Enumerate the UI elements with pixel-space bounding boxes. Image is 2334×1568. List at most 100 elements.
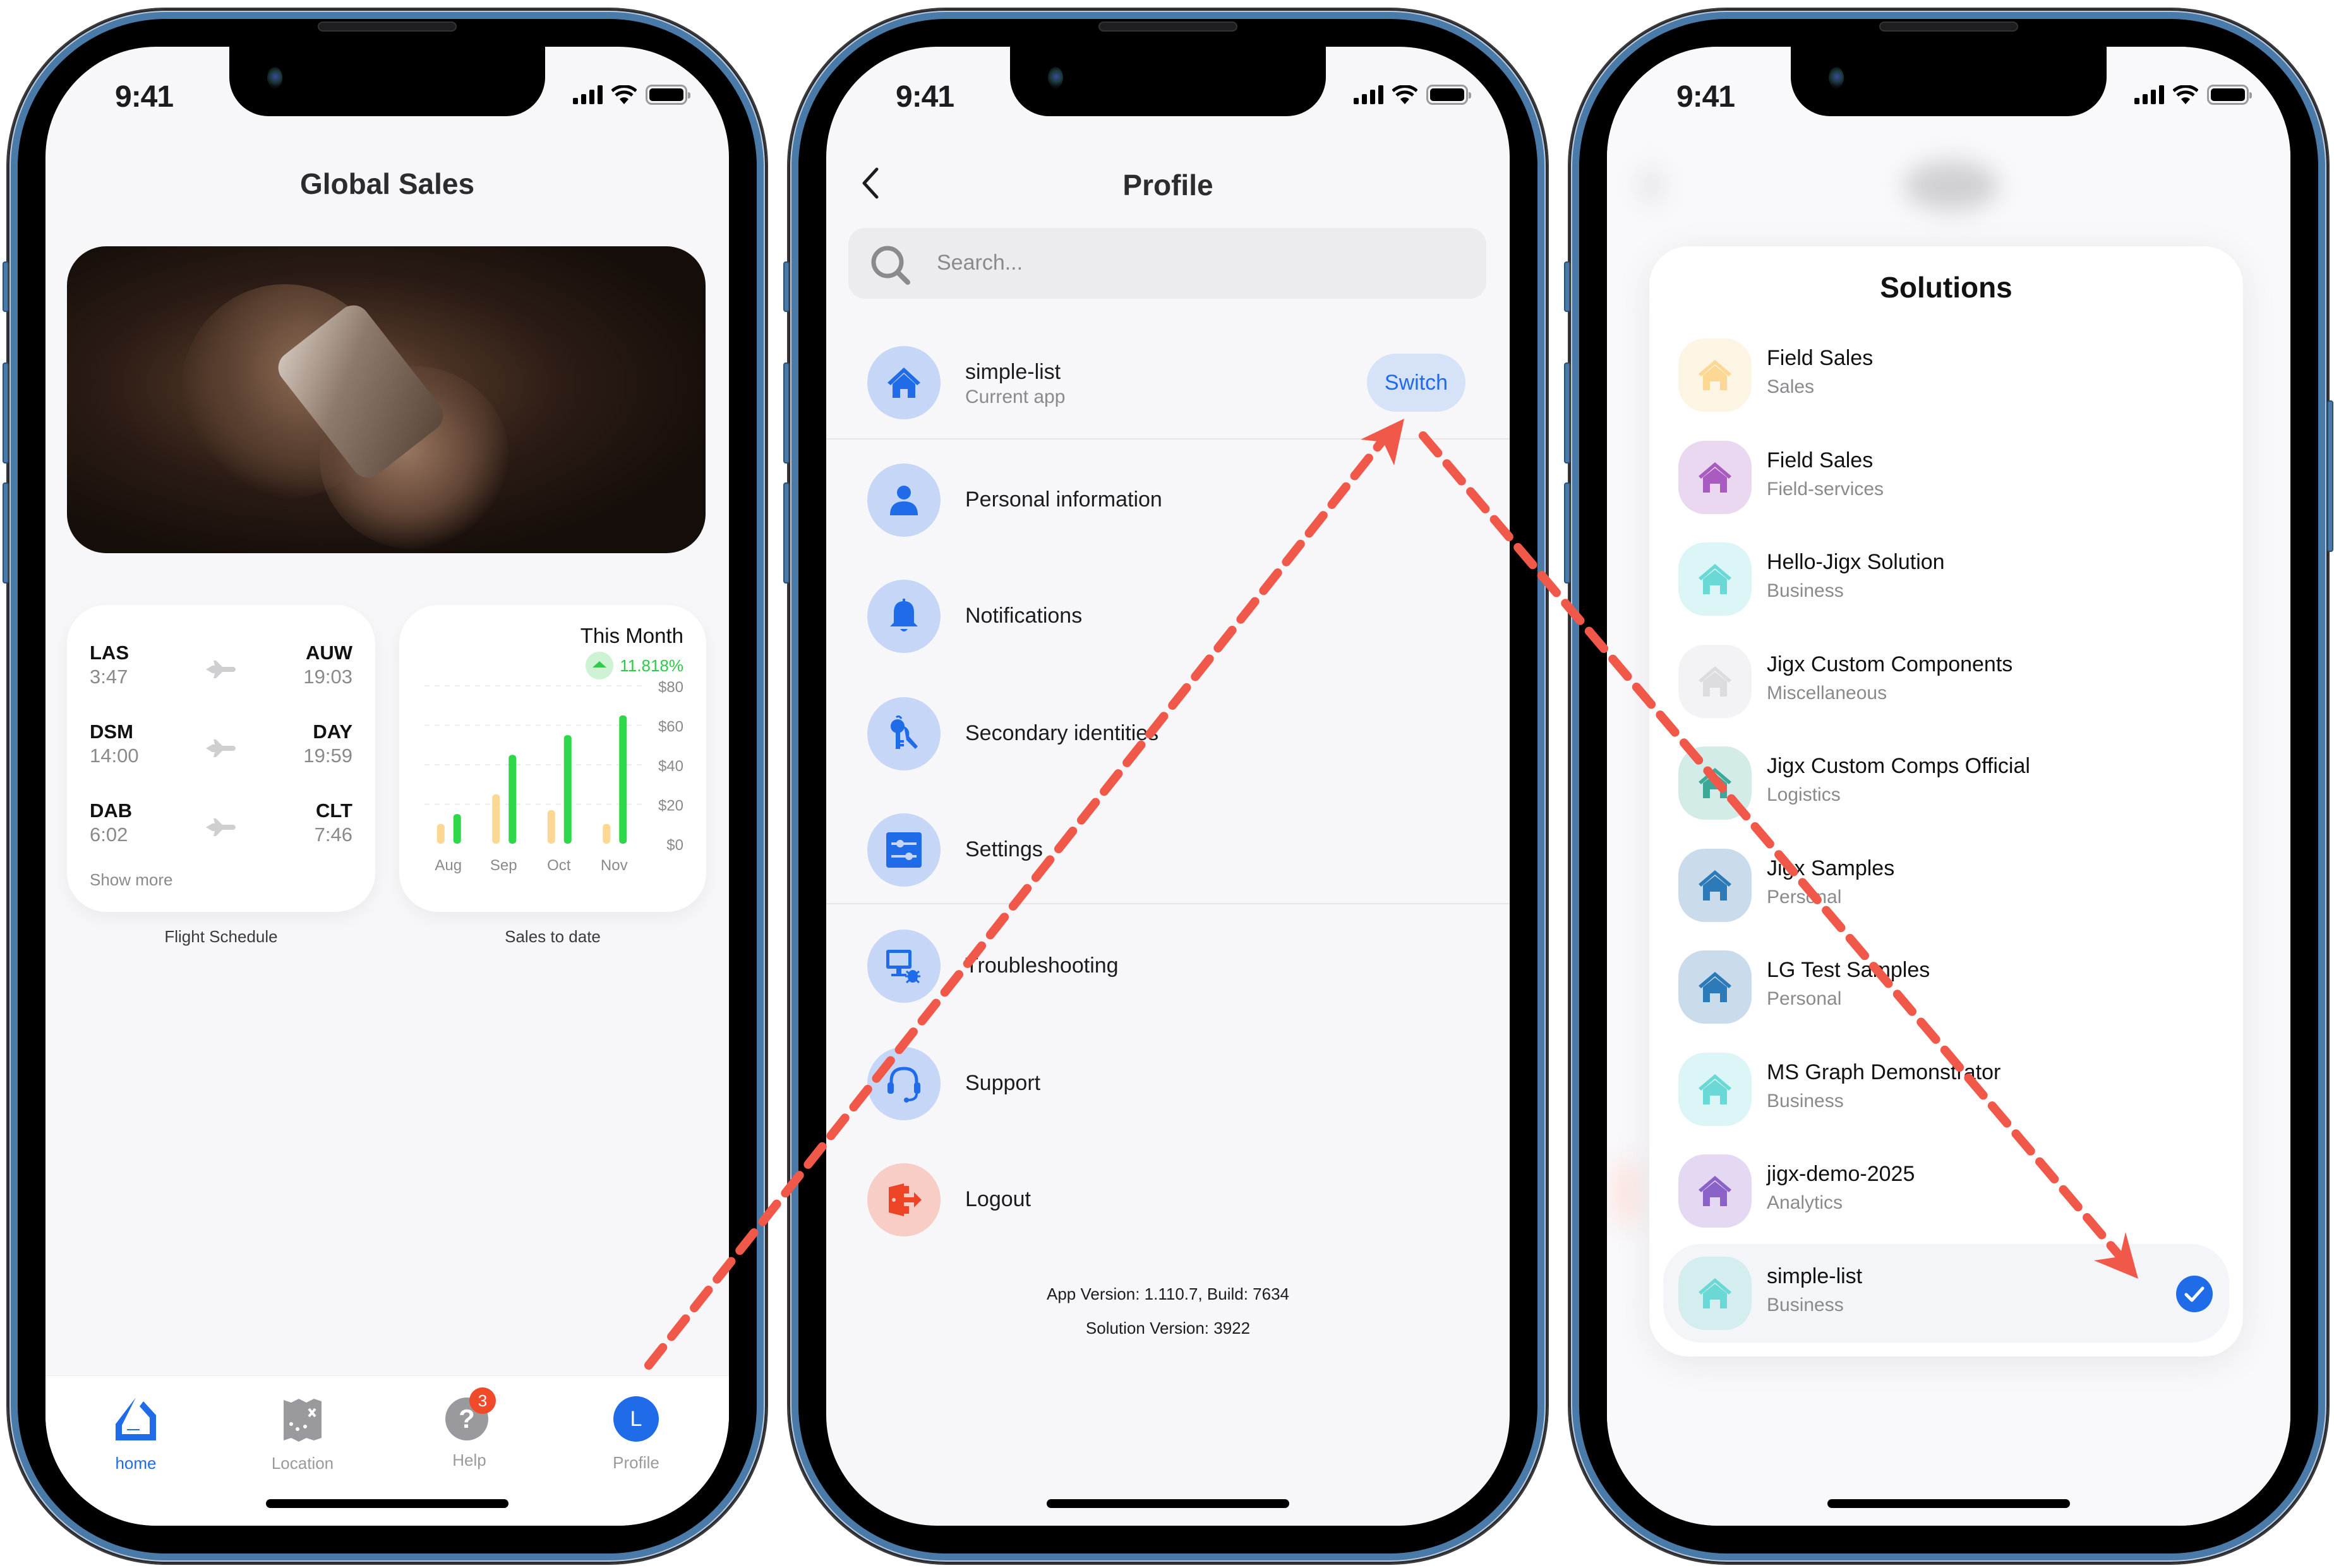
house-icon (1699, 1278, 1731, 1308)
house-icon (1699, 870, 1731, 901)
home-indicator[interactable] (266, 1499, 508, 1508)
current-app-subtitle: Current app (965, 386, 1066, 407)
solution-icon (1678, 440, 1752, 514)
volume-down-button (3, 482, 9, 584)
solution-item[interactable]: Field Sales Field-services (1663, 428, 2229, 527)
solution-icon (1678, 1154, 1752, 1228)
menu-item-settings[interactable]: Settings (826, 806, 1510, 894)
solution-name: Jigx Custom Components (1767, 652, 2013, 676)
battery-icon (646, 85, 690, 105)
solution-name: simple-list (1767, 1264, 1863, 1288)
cellular-signal-icon (573, 85, 603, 104)
home-indicator[interactable] (1827, 1499, 2070, 1508)
tab-home[interactable]: home (85, 1394, 186, 1473)
solution-item[interactable]: Field Sales Sales (1663, 326, 2229, 424)
flight-row[interactable]: DAB 6:02 CLT 7:46 (90, 799, 352, 856)
destination-code: DAY (313, 721, 352, 743)
arrive-time: 19:03 (303, 666, 352, 688)
status-time: 9:41 (896, 80, 954, 114)
show-more-link[interactable]: Show more (90, 870, 173, 890)
tab-profile[interactable]: L Profile (586, 1394, 687, 1473)
origin-code: DSM (90, 721, 133, 743)
solution-category: Sales (1767, 376, 1815, 397)
flight-schedule-caption: Flight Schedule (164, 927, 278, 946)
current-app-icon (867, 346, 941, 419)
solution-item[interactable]: Jigx Custom Components Miscellaneous (1663, 632, 2229, 731)
trend-up-icon (586, 652, 614, 679)
solution-item[interactable]: Jigx Custom Comps Official Logistics (1663, 734, 2229, 832)
airplane-icon (206, 739, 236, 757)
volume-up-button (1564, 362, 1570, 464)
solution-item[interactable]: simple-list Business (1663, 1243, 2229, 1343)
treasure-map-icon (284, 1399, 322, 1442)
solutions-sheet: Solutions Field Sales Sales Field Sales Fie… (1649, 246, 2243, 1356)
tab-help[interactable]: ? 3 Help (419, 1387, 520, 1470)
menu-item-notifications[interactable]: Notifications (826, 572, 1510, 661)
solution-icon (1678, 1052, 1752, 1126)
solution-item[interactable]: jigx-demo-2025 Analytics (1663, 1142, 2229, 1240)
menu-item-logout[interactable]: Logout (826, 1156, 1510, 1244)
menu-item-secondary-identities[interactable]: Secondary identities (826, 690, 1510, 778)
solution-name: LG Test Samples (1767, 958, 1930, 982)
phone-frame-solutions: 9:41 Solutions Field Sales Sales Field Sal… (1564, 9, 2333, 1564)
menu-item-support[interactable]: Support (826, 1039, 1510, 1128)
solution-item[interactable]: Jigx Samples Personal (1663, 836, 2229, 935)
solution-item[interactable]: MS Graph Demonstrator Business (1663, 1040, 2229, 1139)
home-icon (116, 1397, 156, 1440)
depart-time: 6:02 (90, 823, 128, 846)
power-button (2327, 400, 2333, 552)
solution-item[interactable]: LG Test Samples Personal (1663, 938, 2229, 1036)
house-icon (1699, 972, 1731, 1002)
menu-item-personal-information[interactable]: Personal information (826, 456, 1510, 544)
search-placeholder: Search... (937, 251, 1023, 275)
origin-code: LAS (90, 642, 129, 664)
flight-row[interactable]: DSM 14:00 DAY 19:59 (90, 721, 352, 777)
solution-icon (1678, 644, 1752, 718)
menu-item-troubleshooting[interactable]: Troubleshooting (826, 922, 1510, 1010)
home-indicator[interactable] (1047, 1499, 1289, 1508)
bar-previous (436, 823, 445, 844)
solution-category: Personal (1767, 886, 1842, 907)
flight-schedule-card[interactable]: LAS 3:47 AUW 19:03 DSM 14:00 DAY 19:59 D… (67, 605, 375, 912)
switch-button[interactable]: Switch (1367, 354, 1465, 412)
house-icon (1699, 768, 1731, 798)
house-icon (1699, 360, 1731, 390)
volume-down-button (783, 482, 790, 584)
person-icon (890, 486, 918, 515)
tab-label: Location (271, 1454, 334, 1473)
solution-icon (1678, 542, 1752, 616)
notch (229, 47, 545, 116)
menu-item-label: Secondary identities (965, 721, 1159, 745)
tab-label: Help (452, 1451, 486, 1469)
bar-current (563, 735, 572, 844)
earpiece-speaker (1098, 21, 1237, 32)
avatar-icon: L (611, 1396, 661, 1447)
flight-row[interactable]: LAS 3:47 AUW 19:03 (90, 642, 352, 698)
divider (826, 438, 1510, 440)
current-app-name: simple-list (965, 360, 1061, 384)
solution-icon (1678, 848, 1752, 922)
airplane-icon (206, 661, 236, 678)
search-input[interactable]: Search... (848, 228, 1486, 299)
solution-version: Solution Version: 3922 (1085, 1319, 1251, 1338)
solution-category: Analytics (1767, 1192, 1843, 1213)
screen-solutions: 9:41 Solutions Field Sales Sales Field Sal… (1607, 47, 2290, 1526)
house-icon (1699, 1074, 1731, 1104)
tab-location[interactable]: Location (252, 1394, 353, 1473)
solution-category: Business (1767, 580, 1844, 601)
earpiece-speaker (318, 21, 457, 32)
search-icon (871, 246, 910, 285)
solution-name: Field Sales (1767, 346, 1874, 370)
hero-image (67, 246, 706, 553)
sales-caption: Sales to date (505, 927, 601, 946)
house-icon (1699, 666, 1731, 697)
menu-item-label: Troubleshooting (965, 954, 1119, 978)
screen-home: 9:41 Global Sales LAS 3:47 AUW 19:03 DSM… (45, 47, 729, 1526)
page-title: Global Sales (299, 167, 475, 200)
solution-item[interactable]: Hello-Jigx Solution Business (1663, 530, 2229, 628)
sales-chart-card[interactable]: $0 $20 $40 $60 $80 Aug Sep Oct Nov This Month 11… (399, 605, 706, 912)
divider (826, 903, 1510, 904)
bar-previous (603, 823, 611, 844)
menu-item-label: Notifications (965, 604, 1083, 628)
earpiece-speaker (1879, 21, 2018, 32)
